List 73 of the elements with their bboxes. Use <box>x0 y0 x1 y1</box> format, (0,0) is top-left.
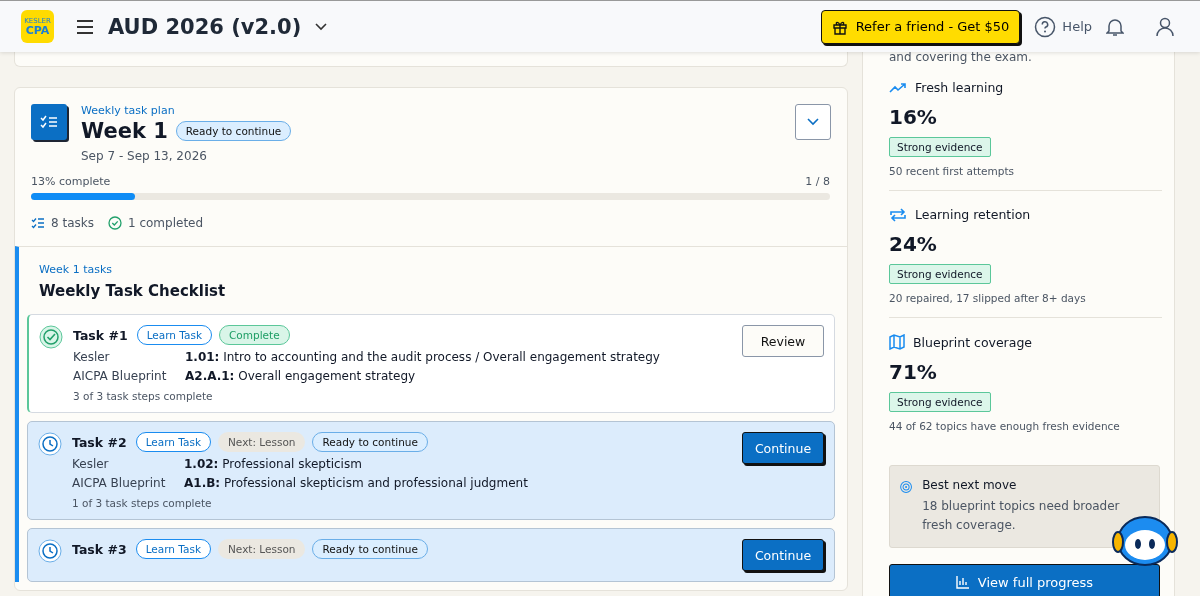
view-progress-button[interactable]: View full progress <box>889 564 1160 596</box>
task-count: 8 tasks <box>51 216 94 230</box>
metric-title: Learning retention <box>915 207 1031 222</box>
bar-chart-icon <box>955 575 970 590</box>
detail-text: 1.01: Intro to accounting and the audit process / Overall engagement strategy <box>185 350 660 364</box>
metric-value: 71% <box>889 360 937 384</box>
task-button[interactable]: Continue <box>742 539 824 571</box>
next-move-title: Best next move <box>922 478 1018 492</box>
next-move-text: 18 blueprint topics need broader fresh coverage. <box>922 498 1121 535</box>
detail-text: 1.02: Professional skepticism <box>184 457 362 471</box>
evidence-tag: Strong evidence <box>889 137 991 157</box>
map-icon <box>889 334 905 350</box>
section-label: Week 1 tasks <box>39 263 112 276</box>
target-icon <box>900 478 913 496</box>
help-button[interactable]: Help <box>1034 15 1092 38</box>
metric-note: 50 recent first attempts <box>889 165 1015 177</box>
steps-text: 1 of 3 task steps complete <box>72 497 213 509</box>
task-tag: Next: Lesson <box>218 539 306 559</box>
expand-button[interactable] <box>795 104 831 140</box>
checklist-icon <box>31 104 67 140</box>
task-title: Task #1 <box>73 327 128 343</box>
check-circle-icon <box>39 325 63 349</box>
section-label: Weekly task plan <box>81 104 176 117</box>
task-button[interactable]: Continue <box>742 432 824 464</box>
progress-label: 13% complete <box>31 175 111 188</box>
bell-icon[interactable] <box>1106 16 1124 37</box>
repeat-icon <box>889 207 907 222</box>
robot-mascot-drawing[interactable] <box>1112 514 1178 567</box>
metric-value: 16% <box>889 105 937 129</box>
metric-value: 24% <box>889 232 937 256</box>
clock-icon <box>38 539 62 563</box>
detail-label: AICPA Blueprint <box>73 369 168 383</box>
task-title: Task #2 <box>72 434 127 450</box>
help-icon <box>1034 15 1057 38</box>
metric-title: Fresh learning <box>915 80 1004 95</box>
detail-label: Kesler <box>73 350 111 364</box>
task-button[interactable]: Review <box>742 325 824 357</box>
task-tag: Complete <box>219 325 290 345</box>
task-tag: Learn Task <box>135 432 211 452</box>
chevron-down-icon <box>807 118 819 126</box>
trend-up-icon <box>889 81 907 94</box>
metric-title: Blueprint coverage <box>913 334 1033 350</box>
steps-text: 3 of 3 task steps complete <box>73 390 214 402</box>
detail-label: AICPA Blueprint <box>72 476 167 490</box>
clock-icon <box>38 432 62 456</box>
detail-label: Kesler <box>72 457 110 471</box>
checklist-icon <box>31 217 45 229</box>
metric-note: 44 of 62 topics have enough fresh evidence <box>889 420 1120 432</box>
course-title[interactable]: AUD 2026 (v2.0) <box>108 14 302 39</box>
checklist-title: Weekly Task Checklist <box>39 282 227 300</box>
week-title: Week 1 <box>81 119 168 143</box>
completed-count: 1 completed <box>127 216 204 230</box>
menu-icon[interactable] <box>76 19 94 34</box>
date-range: Sep 7 - Sep 13, 2026 <box>81 149 208 163</box>
evidence-tag: Strong evidence <box>889 264 991 284</box>
check-circle-icon <box>107 216 122 230</box>
task-title: Task #3 <box>72 541 127 557</box>
refer-button[interactable]: Refer a friend - Get $50 <box>820 9 1021 44</box>
task-tag: Ready to continue <box>312 432 428 452</box>
task-tag: Learn Task <box>135 539 211 559</box>
task-tag: Learn Task <box>136 325 212 345</box>
metric-note: 20 repaired, 17 slipped after 8+ days <box>889 292 1086 304</box>
evidence-tag: Strong evidence <box>889 392 991 412</box>
status-tag: Ready to continue <box>175 121 292 141</box>
intro-text: and covering the exam. <box>889 50 1033 64</box>
task-tag: Ready to continue <box>312 539 428 559</box>
detail-text: A2.A.1: Overall engagement strategy <box>185 369 416 383</box>
detail-text: A1.B: Professional skepticism and professional judgment <box>184 476 528 490</box>
logo-text: CPA <box>25 24 50 36</box>
chevron-down-icon[interactable] <box>315 22 328 31</box>
task-tag: Next: Lesson <box>218 432 306 452</box>
progress-count: 1 / 8 <box>805 175 830 188</box>
user-icon[interactable] <box>1156 16 1174 37</box>
